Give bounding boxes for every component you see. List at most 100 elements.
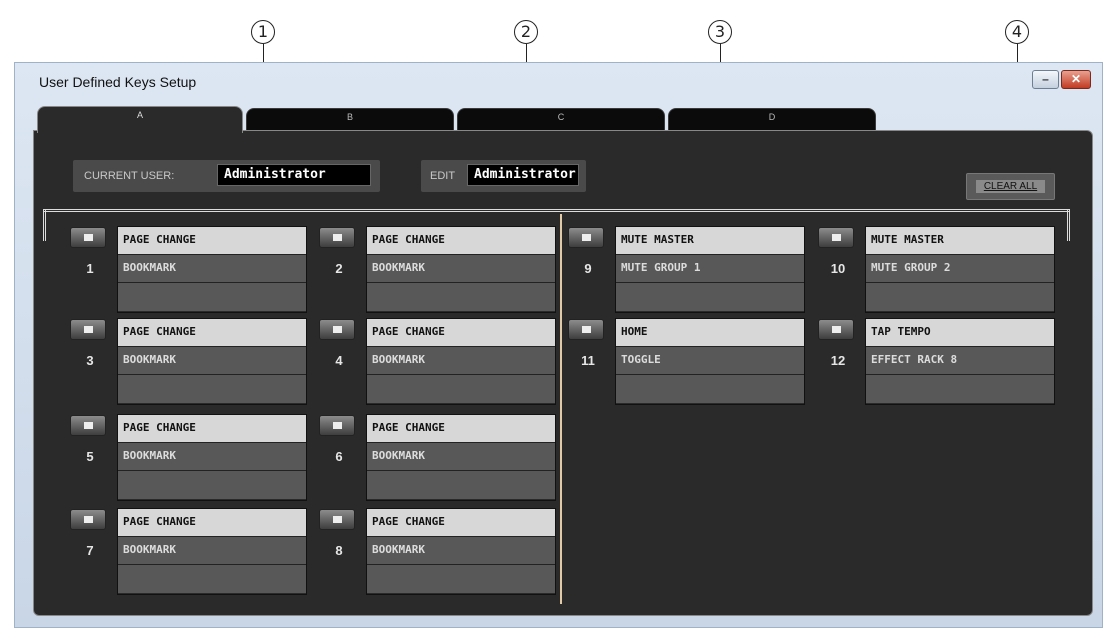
edit-user-box: EDIT Administrator <box>421 160 586 192</box>
key-parameter-field[interactable]: BOOKMARK <box>118 255 306 283</box>
square-icon <box>333 234 342 241</box>
key-trigger-button[interactable] <box>818 319 854 340</box>
key-number: 11 <box>581 353 595 368</box>
key-function-field[interactable]: PAGE CHANGE <box>367 319 555 347</box>
key-function-field[interactable]: PAGE CHANGE <box>367 509 555 537</box>
key-fields[interactable]: PAGE CHANGE BOOKMARK <box>366 508 556 595</box>
key-fields[interactable]: TAP TEMPO EFFECT RACK 8 <box>865 318 1055 405</box>
user-key-2: 2 PAGE CHANGE BOOKMARK <box>319 226 559 313</box>
key-extra-field[interactable] <box>118 375 306 403</box>
key-number: 12 <box>830 353 846 368</box>
key-function-field[interactable]: PAGE CHANGE <box>118 227 306 255</box>
key-trigger-button[interactable] <box>70 319 106 340</box>
key-parameter-field[interactable]: BOOKMARK <box>118 443 306 471</box>
key-trigger-button[interactable] <box>818 227 854 248</box>
square-icon <box>582 234 591 241</box>
key-extra-field[interactable] <box>367 283 555 311</box>
key-parameter-field[interactable]: MUTE GROUP 1 <box>616 255 804 283</box>
key-trigger-button[interactable] <box>319 227 355 248</box>
key-extra-field[interactable] <box>616 375 804 403</box>
key-trigger-button[interactable] <box>70 415 106 436</box>
minimize-button[interactable]: – <box>1032 70 1059 89</box>
edit-user-label: EDIT <box>430 170 456 182</box>
bracket-right-end <box>1067 209 1070 241</box>
bracket-left-end <box>43 209 46 241</box>
key-trigger-button[interactable] <box>70 227 106 248</box>
edit-user-selector[interactable]: Administrator <box>467 164 579 186</box>
key-function-field[interactable]: MUTE MASTER <box>866 227 1054 255</box>
key-parameter-field[interactable]: MUTE GROUP 2 <box>866 255 1054 283</box>
bracket-line <box>43 209 1070 212</box>
key-trigger-button[interactable] <box>319 509 355 530</box>
key-function-field[interactable]: MUTE MASTER <box>616 227 804 255</box>
key-extra-field[interactable] <box>367 565 555 593</box>
key-trigger-button[interactable] <box>568 227 604 248</box>
key-fields[interactable]: MUTE MASTER MUTE GROUP 1 <box>615 226 805 313</box>
tab-b[interactable]: B <box>246 108 454 130</box>
window-title: User Defined Keys Setup <box>39 74 197 90</box>
key-number: 5 <box>86 449 94 464</box>
key-trigger-button[interactable] <box>319 319 355 340</box>
key-function-field[interactable]: PAGE CHANGE <box>118 509 306 537</box>
key-extra-field[interactable] <box>616 283 804 311</box>
section-divider <box>560 214 562 604</box>
user-key-10: 10 MUTE MASTER MUTE GROUP 2 <box>818 226 1058 313</box>
key-trigger-button[interactable] <box>319 415 355 436</box>
key-function-field[interactable]: HOME <box>616 319 804 347</box>
square-icon <box>333 516 342 523</box>
current-user-value: Administrator <box>217 164 371 186</box>
key-trigger-button[interactable] <box>568 319 604 340</box>
key-parameter-field[interactable]: BOOKMARK <box>367 537 555 565</box>
key-function-field[interactable]: PAGE CHANGE <box>118 319 306 347</box>
key-parameter-field[interactable]: EFFECT RACK 8 <box>866 347 1054 375</box>
key-extra-field[interactable] <box>367 375 555 403</box>
key-extra-field[interactable] <box>866 283 1054 311</box>
key-fields[interactable]: PAGE CHANGE BOOKMARK <box>366 414 556 501</box>
tab-d[interactable]: D <box>668 108 876 130</box>
current-user-label: CURRENT USER: <box>84 170 175 182</box>
clear-all-label: CLEAR ALL <box>976 180 1045 193</box>
key-function-field[interactable]: PAGE CHANGE <box>118 415 306 443</box>
key-number: 7 <box>86 543 94 558</box>
user-key-7: 7 PAGE CHANGE BOOKMARK <box>70 508 310 595</box>
key-parameter-field[interactable]: BOOKMARK <box>367 443 555 471</box>
key-function-field[interactable]: PAGE CHANGE <box>367 227 555 255</box>
close-button[interactable]: ✕ <box>1061 70 1091 89</box>
key-fields[interactable]: PAGE CHANGE BOOKMARK <box>117 414 307 501</box>
user-key-6: 6 PAGE CHANGE BOOKMARK <box>319 414 559 501</box>
key-fields[interactable]: MUTE MASTER MUTE GROUP 2 <box>865 226 1055 313</box>
key-parameter-field[interactable]: BOOKMARK <box>367 255 555 283</box>
key-function-field[interactable]: PAGE CHANGE <box>367 415 555 443</box>
key-function-field[interactable]: TAP TEMPO <box>866 319 1054 347</box>
key-parameter-field[interactable]: BOOKMARK <box>367 347 555 375</box>
user-key-11: 11 HOME TOGGLE <box>568 318 808 405</box>
key-fields[interactable]: HOME TOGGLE <box>615 318 805 405</box>
user-key-4: 4 PAGE CHANGE BOOKMARK <box>319 318 559 405</box>
title-bar[interactable]: User Defined Keys Setup – ✕ <box>15 63 1102 99</box>
key-fields[interactable]: PAGE CHANGE BOOKMARK <box>366 226 556 313</box>
key-fields[interactable]: PAGE CHANGE BOOKMARK <box>117 318 307 405</box>
callout-4: 4 <box>1005 20 1029 44</box>
square-icon <box>333 326 342 333</box>
key-parameter-field[interactable]: TOGGLE <box>616 347 804 375</box>
key-extra-field[interactable] <box>118 283 306 311</box>
callout-3: 3 <box>708 20 732 44</box>
callout-1: 1 <box>251 20 275 44</box>
key-fields[interactable]: PAGE CHANGE BOOKMARK <box>117 226 307 313</box>
key-fields[interactable]: PAGE CHANGE BOOKMARK <box>117 508 307 595</box>
clear-all-button[interactable]: CLEAR ALL <box>966 173 1055 200</box>
key-parameter-field[interactable]: BOOKMARK <box>118 347 306 375</box>
user-key-1: 1 PAGE CHANGE BOOKMARK <box>70 226 310 313</box>
key-extra-field[interactable] <box>866 375 1054 403</box>
key-number: 4 <box>335 353 343 368</box>
key-extra-field[interactable] <box>367 471 555 499</box>
tab-a[interactable]: A <box>37 106 243 133</box>
key-fields[interactable]: PAGE CHANGE BOOKMARK <box>366 318 556 405</box>
key-extra-field[interactable] <box>118 471 306 499</box>
key-parameter-field[interactable]: BOOKMARK <box>118 537 306 565</box>
square-icon <box>84 422 93 429</box>
key-extra-field[interactable] <box>118 565 306 593</box>
tab-c[interactable]: C <box>457 108 665 130</box>
square-icon <box>333 422 342 429</box>
key-trigger-button[interactable] <box>70 509 106 530</box>
